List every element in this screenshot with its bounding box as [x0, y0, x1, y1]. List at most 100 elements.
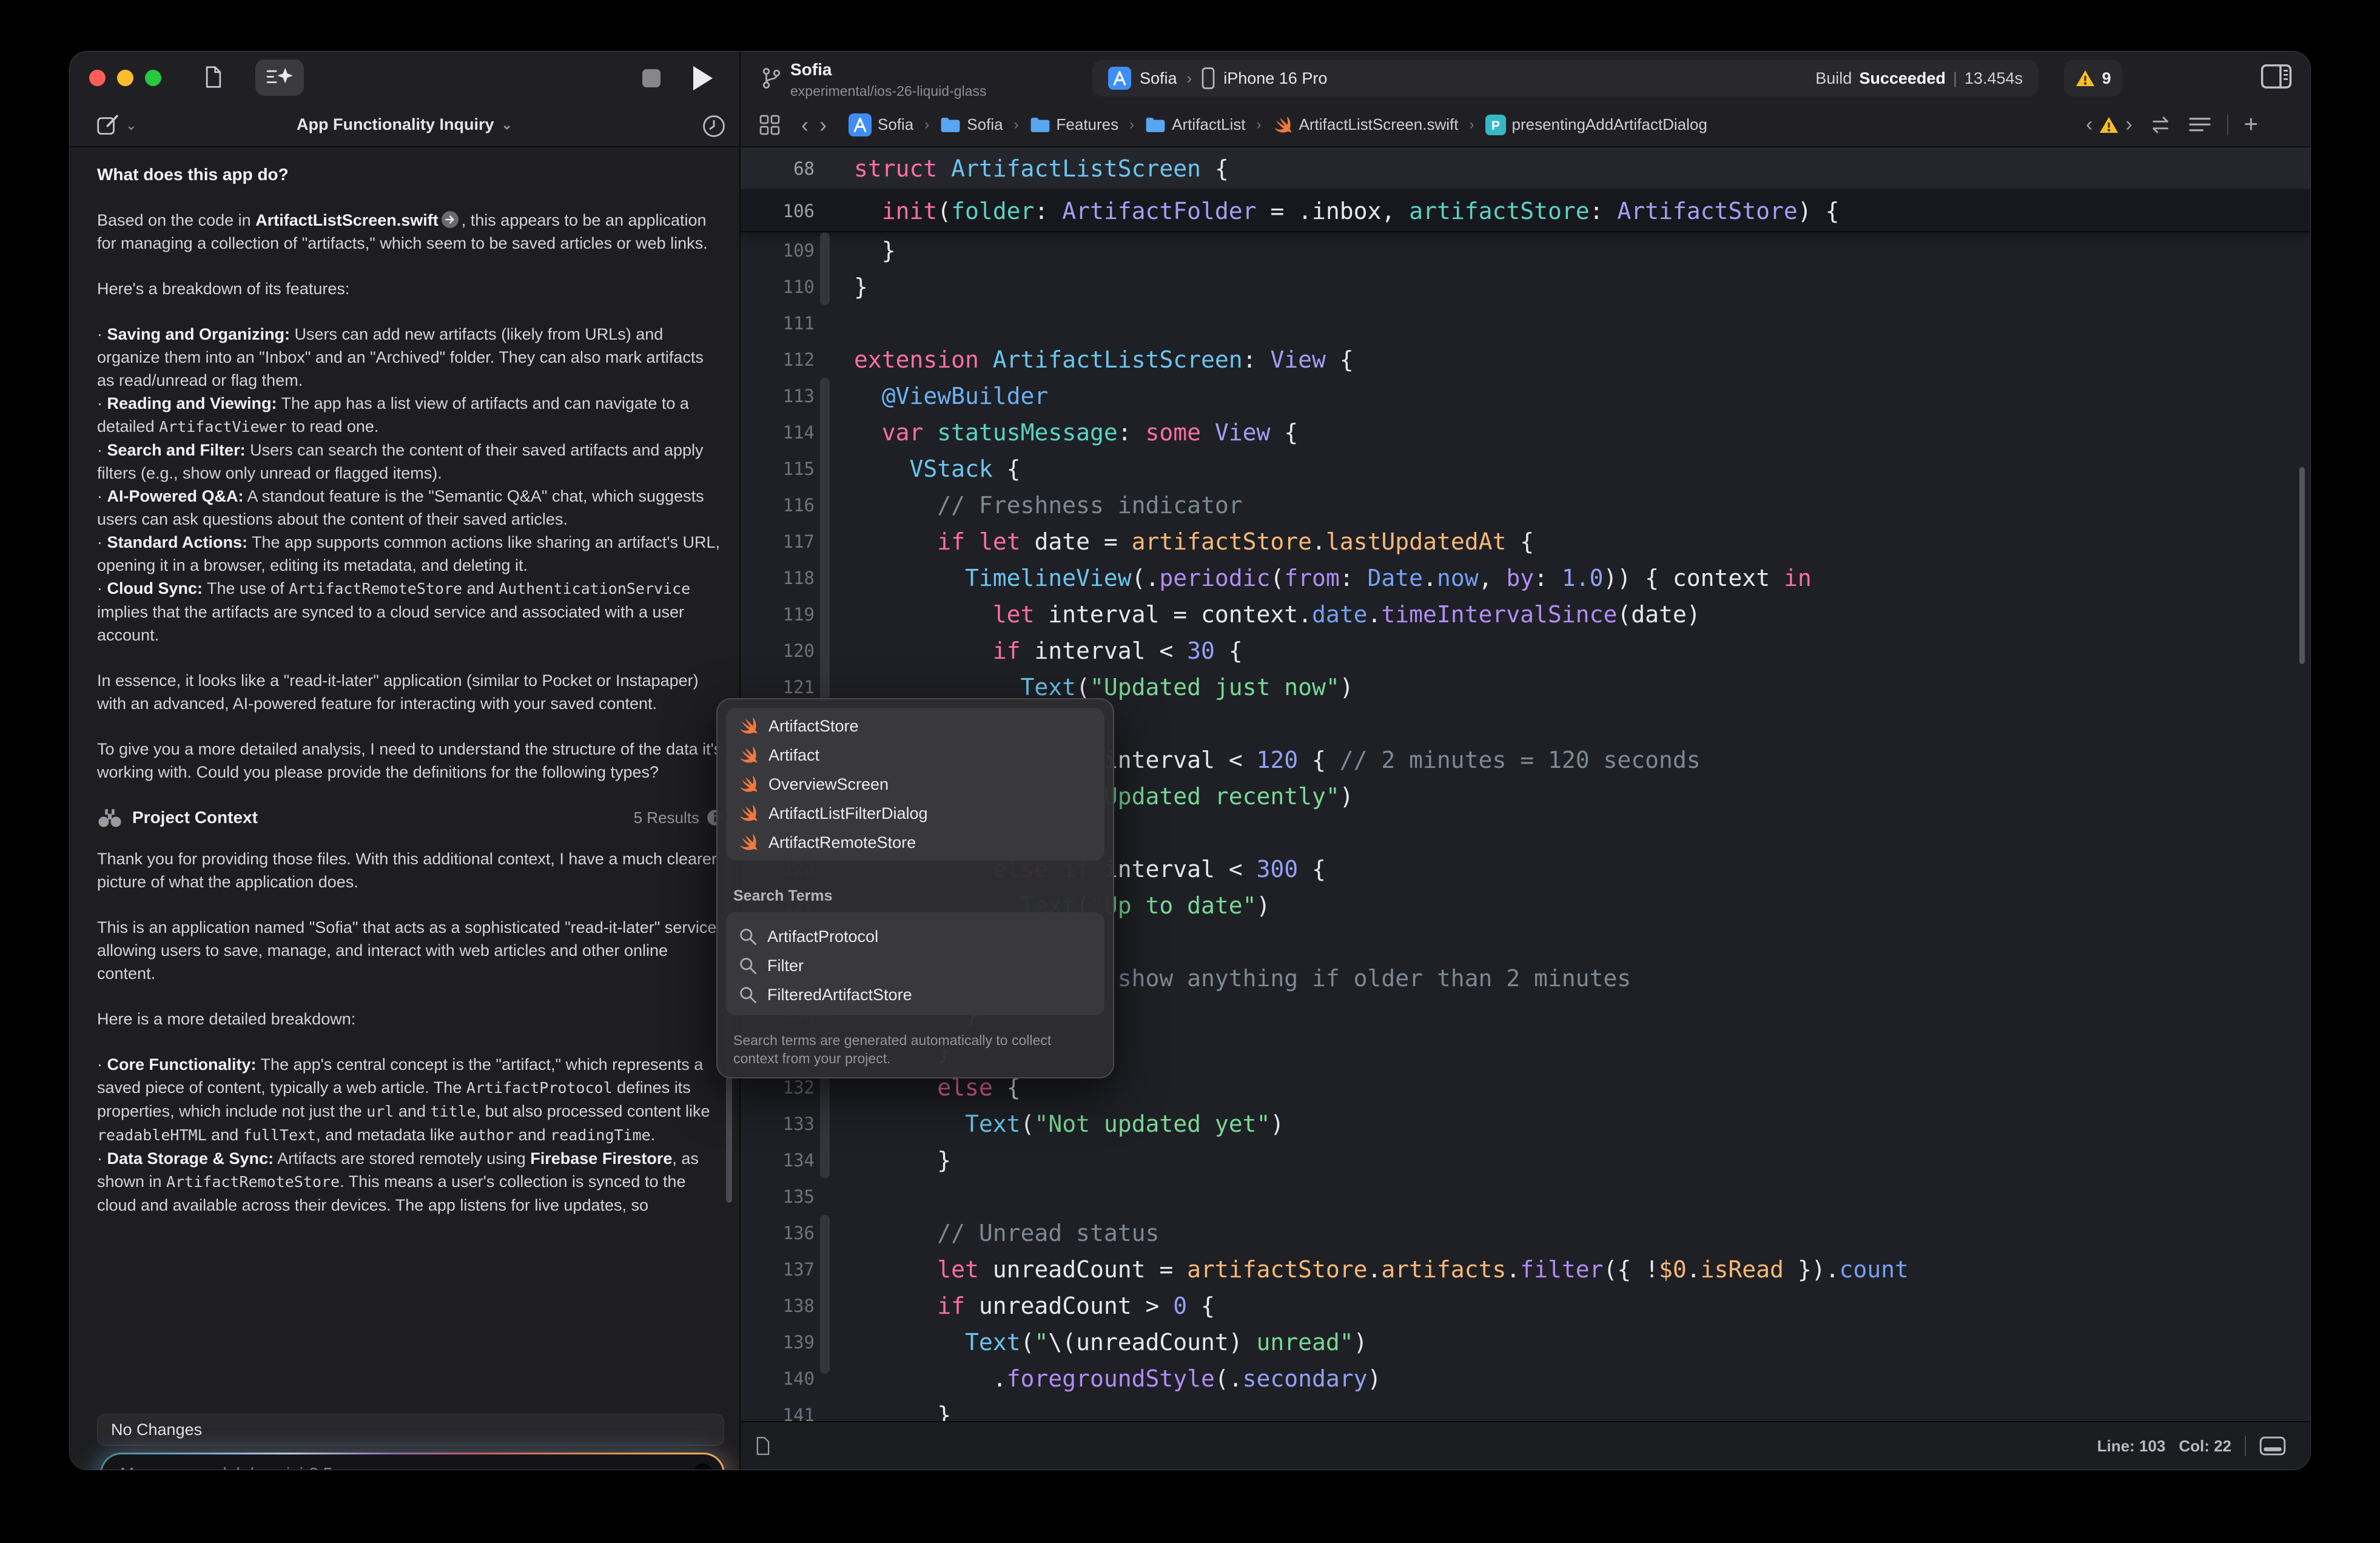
code-line-134[interactable]: 134 }	[741, 1142, 2310, 1178]
build-label: Build	[1815, 69, 1852, 88]
code-line-111[interactable]: 111	[741, 305, 2310, 341]
divider	[2227, 115, 2228, 135]
assistant-paragraph: Here is a more detailed breakdown:	[97, 1007, 724, 1030]
stop-button[interactable]	[642, 69, 661, 87]
no-changes-bar[interactable]: No Changes	[97, 1414, 724, 1446]
breadcrumb-item-sofia[interactable]: Sofia	[940, 115, 1003, 134]
forward-chevron-icon[interactable]: ›	[819, 112, 827, 138]
chat-text: Saving and Organizing:	[107, 325, 291, 343]
fold-ribbon[interactable]	[820, 1215, 830, 1374]
minimap-lines-icon[interactable]	[2188, 116, 2211, 134]
code-line-119[interactable]: 119 let interval = context.date.timeInte…	[741, 596, 2310, 633]
breadcrumb-separator: ›	[924, 116, 929, 133]
code-line-115[interactable]: 115 VStack {	[741, 451, 2310, 487]
breadcrumb-item-presentingaddartifactdialog[interactable]: PpresentingAddArtifactDialog	[1485, 115, 1707, 135]
code-line-120[interactable]: 120 if interval < 30 {	[741, 633, 2310, 669]
screen: Sofia experimental/ios-26-liquid-glass S…	[0, 0, 2380, 1543]
line-number: 114	[741, 414, 815, 451]
code-line-139[interactable]: 139 Text("\(unreadCount) unread")	[741, 1324, 2310, 1360]
line-number: 106	[741, 190, 815, 232]
code-line-135[interactable]: 135	[741, 1178, 2310, 1215]
issue-back-chevron-icon[interactable]: ‹	[2086, 113, 2093, 136]
breadcrumb-item-sofia[interactable]: Sofia	[849, 113, 913, 136]
code-line-106[interactable]: 106 init(folder: ArtifactFolder = .inbox…	[741, 190, 2310, 232]
code-line-141[interactable]: 141 }	[741, 1397, 2310, 1421]
context-symbol-artifactlistfilterdialog[interactable]: ArtifactListFilterDialog	[726, 799, 1104, 828]
code-line-137[interactable]: 137 let unreadCount = artifactStore.arti…	[741, 1251, 2310, 1288]
code-line-112[interactable]: 112extension ArtifactListScreen: View {	[741, 341, 2310, 378]
chat-text: ·	[97, 487, 107, 505]
right-sidebar-toggle-icon[interactable]	[2261, 64, 2292, 89]
code-line-114[interactable]: 114 var statusMessage: some View {	[741, 414, 2310, 451]
context-symbol-artifactremotestore[interactable]: ArtifactRemoteStore	[726, 828, 1104, 857]
run-button[interactable]	[693, 66, 713, 90]
secondary-bar: ⌄ App Functionality Inquiry ⌄ ‹ › Sofia ›…	[70, 103, 2310, 147]
bullet-item: · Data Storage & Sync: Artifacts are sto…	[97, 1147, 724, 1217]
chat-text: ·	[97, 325, 107, 343]
code-line-138[interactable]: 138 if unreadCount > 0 {	[741, 1288, 2310, 1324]
code-line-116[interactable]: 116 // Freshness indicator	[741, 487, 2310, 523]
editor-scrollbar[interactable]	[2299, 467, 2305, 664]
file-doc-icon[interactable]	[755, 1436, 771, 1456]
assistant-header: ⌄ App Functionality Inquiry ⌄	[70, 103, 739, 146]
new-file-icon[interactable]	[204, 66, 223, 89]
line-number: 116	[741, 487, 815, 523]
line-number: 139	[741, 1324, 815, 1360]
search-term-filter[interactable]: Filter	[726, 951, 1104, 980]
dock-panel-icon[interactable]	[2259, 1436, 2286, 1456]
related-items-icon[interactable]	[759, 114, 781, 136]
code-line-140[interactable]: 140 .foregroundStyle(.secondary)	[741, 1360, 2310, 1397]
fold-ribbon[interactable]	[820, 232, 830, 305]
context-symbol-artifactstore[interactable]: ArtifactStore	[726, 711, 1104, 741]
conversation-title[interactable]: App Functionality Inquiry ⌄	[70, 103, 739, 146]
history-clock-icon[interactable]	[702, 114, 726, 138]
add-editor-icon[interactable]: +	[2244, 111, 2258, 138]
chat-text: implies that the artifacts are synced to…	[97, 603, 684, 644]
minimize-window-button[interactable]	[117, 70, 133, 86]
divider	[2245, 1436, 2246, 1456]
close-window-button[interactable]	[89, 70, 106, 86]
zoom-window-button[interactable]	[145, 70, 161, 86]
chat-text: readableHTML	[97, 1126, 207, 1144]
code-line-133[interactable]: 133 Text("Not updated yet")	[741, 1106, 2310, 1142]
sticky-scope-rows: 68struct ArtifactListScreen {106 init(fo…	[741, 147, 2310, 232]
search-term-filteredartifactstore[interactable]: FilteredArtifactStore	[726, 980, 1104, 1009]
context-symbol-overviewscreen[interactable]: OverviewScreen	[726, 770, 1104, 799]
breadcrumb-item-features[interactable]: Features	[1030, 115, 1119, 134]
message-input[interactable]: Message models/gemini-2.5-pro	[100, 1453, 725, 1470]
swift-icon	[738, 774, 759, 795]
search-term-artifactprotocol[interactable]: ArtifactProtocol	[726, 922, 1104, 951]
code-line-117[interactable]: 117 if let date = artifactStore.lastUpda…	[741, 523, 2310, 560]
code-line-113[interactable]: 113 @ViewBuilder	[741, 378, 2310, 414]
goto-badge-icon[interactable]	[441, 210, 459, 229]
folder-icon	[940, 116, 961, 133]
issue-forward-chevron-icon[interactable]: ›	[2125, 113, 2132, 136]
context-symbols-card: ArtifactStore Artifact OverviewScreen Artif…	[726, 708, 1104, 861]
code-line-68[interactable]: 68struct ArtifactListScreen {	[741, 147, 2310, 190]
code-line-136[interactable]: 136 // Unread status	[741, 1215, 2310, 1251]
project-context-row[interactable]: Project Context5 Results	[97, 806, 724, 829]
scheme-chevron: ›	[1187, 69, 1192, 88]
project-context-results[interactable]: 5 Results	[634, 806, 724, 829]
chat-text: Reading and Viewing:	[107, 394, 277, 412]
breadcrumb-item-artifactlistscreen-swift[interactable]: ArtifactListScreen.swift	[1272, 115, 1459, 135]
back-chevron-icon[interactable]: ‹	[801, 112, 808, 138]
activity-status-pill[interactable]: Sofia › iPhone 16 Pro Build Succeeded | …	[1092, 60, 2039, 96]
code-line-109[interactable]: 109 }	[741, 232, 2310, 269]
symbol-label: Artifact	[768, 746, 819, 765]
context-symbol-artifact[interactable]: Artifact	[726, 741, 1104, 770]
breadcrumb-item-artifactlist[interactable]: ArtifactList	[1145, 115, 1245, 134]
search-terms-card: ArtifactProtocolFilterFilteredArtifactSt…	[726, 912, 1104, 1015]
code-line-110[interactable]: 110}	[741, 269, 2310, 305]
line-number: 113	[741, 378, 815, 414]
results-count: 5 Results	[634, 806, 699, 829]
bullet-item: · Reading and Viewing: The app has a lis…	[97, 392, 724, 439]
code-text: if interval < 30 {	[854, 633, 1243, 669]
chat-text: The use of	[203, 579, 289, 597]
warnings-badge[interactable]: 9	[2064, 60, 2122, 96]
code-line-118[interactable]: 118 TimelineView(.periodic(from: Date.no…	[741, 560, 2310, 596]
record-button[interactable]	[693, 1464, 713, 1470]
assistant-toggle-button[interactable]	[255, 59, 304, 96]
swap-editor-icon[interactable]	[2148, 115, 2173, 135]
symbol-label: ArtifactListFilterDialog	[768, 804, 928, 823]
